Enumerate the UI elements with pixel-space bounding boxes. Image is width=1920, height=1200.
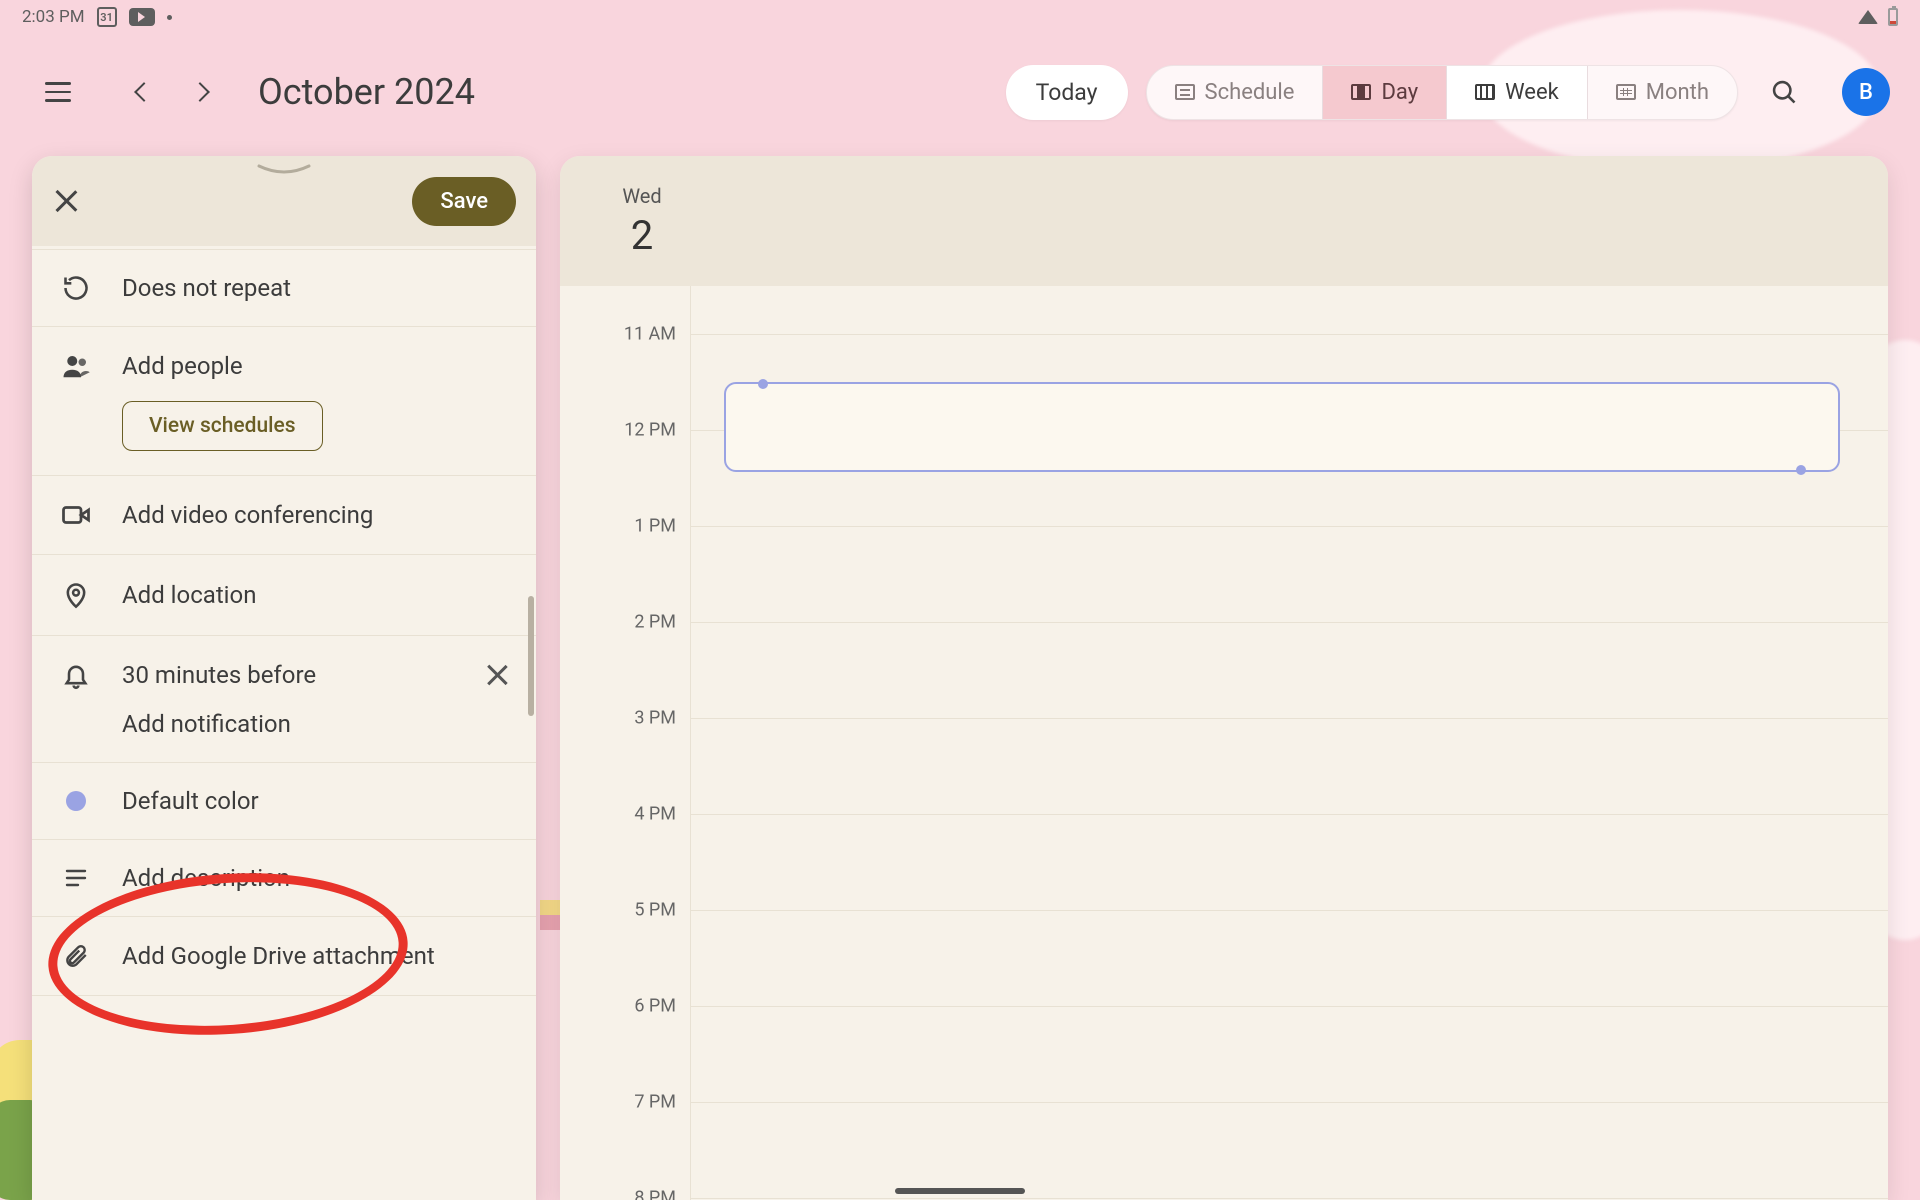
repeat-row[interactable]: Does not repeat <box>32 250 536 327</box>
schedule-icon <box>1175 84 1195 100</box>
row-label: Add people <box>122 352 243 380</box>
view-schedule[interactable]: Schedule <box>1147 66 1324 119</box>
view-week[interactable]: Week <box>1447 66 1588 119</box>
chevron-right-icon <box>190 82 210 102</box>
hour-label: 5 PM <box>560 900 676 921</box>
drive-row[interactable]: Add Google Drive attachment <box>32 917 536 996</box>
location-row[interactable]: Add location <box>32 555 536 636</box>
color-dot-icon <box>60 791 92 811</box>
event-resize-handle-bottom[interactable] <box>1796 465 1806 475</box>
hour-label: 8 PM <box>560 1188 676 1200</box>
video-row[interactable]: Add video conferencing <box>32 476 536 555</box>
attachment-icon <box>60 941 92 971</box>
menu-button[interactable] <box>30 64 86 120</box>
add-notification-row[interactable]: Add notification <box>32 700 536 763</box>
close-button[interactable] <box>52 187 80 215</box>
calendar-body[interactable]: 11 AM 12 PM 1 PM 2 PM 3 PM 4 PM 5 PM 6 PM 7 PM 8 … <box>560 286 1888 1200</box>
hour-line <box>690 910 1888 911</box>
view-schedules-button[interactable]: View schedules <box>122 401 323 451</box>
view-label: Schedule <box>1205 80 1295 105</box>
row-label: Add Google Drive attachment <box>122 942 435 970</box>
description-row[interactable]: Add description <box>32 840 536 917</box>
month-icon <box>1616 84 1636 100</box>
next-button[interactable] <box>172 64 228 120</box>
youtube-icon <box>129 8 155 26</box>
row-label: Add video conferencing <box>122 501 373 529</box>
day-number: 2 <box>631 212 653 259</box>
view-label: Month <box>1646 80 1709 105</box>
today-button[interactable]: Today <box>1006 65 1128 120</box>
status-bar: 2:03 PM 31 <box>0 0 1920 34</box>
hour-line <box>690 526 1888 527</box>
repeat-icon <box>60 274 92 302</box>
gesture-nav-bar[interactable] <box>895 1188 1025 1194</box>
status-time: 2:03 PM <box>22 7 85 27</box>
day-column-divider <box>690 286 691 1200</box>
hour-label: 1 PM <box>560 516 676 537</box>
day-icon <box>1351 84 1371 100</box>
day-header[interactable]: Wed 2 <box>594 156 690 286</box>
view-month[interactable]: Month <box>1588 66 1737 119</box>
hour-label: 12 PM <box>560 420 676 441</box>
battery-icon <box>1888 8 1898 26</box>
chevron-left-icon <box>134 82 154 102</box>
color-row[interactable]: Default color <box>32 763 536 840</box>
hamburger-icon <box>45 82 71 102</box>
drag-handle-icon[interactable] <box>249 160 319 180</box>
save-button[interactable]: Save <box>412 177 516 226</box>
video-icon <box>60 500 92 530</box>
hour-label: 6 PM <box>560 996 676 1017</box>
reminder-row[interactable]: 30 minutes before <box>32 636 536 700</box>
view-label: Week <box>1505 80 1559 105</box>
hour-line <box>690 1198 1888 1199</box>
day-name: Wed <box>622 184 661 208</box>
row-label: Does not repeat <box>122 274 291 302</box>
new-event-block[interactable] <box>724 382 1840 472</box>
view-switcher: Schedule Day Week Month <box>1146 65 1738 120</box>
hour-line <box>690 718 1888 719</box>
search-button[interactable] <box>1756 64 1812 120</box>
description-icon <box>60 866 92 890</box>
prev-button[interactable] <box>116 64 172 120</box>
hour-line <box>690 814 1888 815</box>
view-day[interactable]: Day <box>1323 66 1447 119</box>
search-icon <box>1770 78 1798 106</box>
wifi-icon <box>1858 10 1878 24</box>
calendar-header: Wed 2 <box>560 156 1888 286</box>
row-label: Default color <box>122 787 259 815</box>
event-edit-panel: Save Does not repeat Add people View sch… <box>32 156 536 1200</box>
calendar-grid: Wed 2 11 AM 12 PM 1 PM 2 PM 3 PM 4 PM 5 PM 6 PM… <box>560 156 1888 1200</box>
hour-line <box>690 1006 1888 1007</box>
row-label: Add description <box>122 864 290 892</box>
hour-line <box>690 1102 1888 1103</box>
scrollbar-thumb[interactable] <box>528 596 534 716</box>
hour-label: 2 PM <box>560 612 676 633</box>
row-label: Add notification <box>122 710 291 738</box>
people-row[interactable]: Add people <box>32 327 536 391</box>
row-label: Add location <box>122 581 256 609</box>
remove-reminder-button[interactable] <box>486 664 508 686</box>
event-resize-handle-top[interactable] <box>758 379 768 389</box>
view-label: Day <box>1381 80 1418 105</box>
panel-scroll[interactable]: Does not repeat Add people View schedule… <box>32 246 536 1200</box>
bell-icon <box>60 660 92 690</box>
page-title: October 2024 <box>258 71 475 113</box>
people-icon <box>60 351 92 381</box>
hour-label: 4 PM <box>560 804 676 825</box>
hour-label: 11 AM <box>560 324 676 345</box>
calendar-app-icon: 31 <box>97 7 117 27</box>
more-notifications-icon <box>167 15 172 20</box>
location-icon <box>60 579 92 611</box>
hour-line <box>690 334 1888 335</box>
row-label: 30 minutes before <box>122 661 316 689</box>
hour-line <box>690 622 1888 623</box>
hour-label: 7 PM <box>560 1092 676 1113</box>
week-icon <box>1475 84 1495 100</box>
hour-label: 3 PM <box>560 708 676 729</box>
account-avatar[interactable]: B <box>1842 68 1890 116</box>
view-schedules-row: View schedules <box>32 391 536 476</box>
app-bar: October 2024 Today Schedule Day Week Mon… <box>0 43 1920 141</box>
